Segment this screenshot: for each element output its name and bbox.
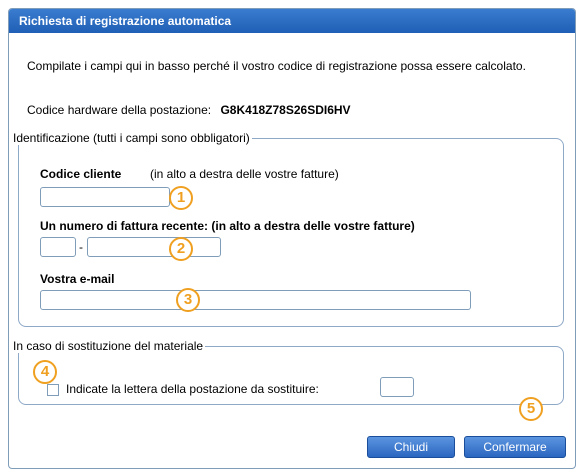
- badge-3: 3: [176, 288, 200, 312]
- identification-legend: Identificazione (tutti i campi sono obbl…: [13, 131, 250, 145]
- badge-1: 1: [169, 186, 193, 210]
- badge-2: 2: [169, 237, 193, 261]
- close-button[interactable]: Chiudi: [367, 436, 455, 458]
- replacement-letter-input[interactable]: [380, 377, 414, 397]
- dialog-title: Richiesta di registrazione automatica: [9, 9, 575, 33]
- hardware-code-row: Codice hardware della postazione: G8K418…: [27, 103, 351, 117]
- hardware-code-value: G8K418Z78S26SDI6HV: [220, 103, 351, 117]
- invoice-dash: -: [79, 240, 83, 254]
- replacement-legend: In caso di sostituzione del materiale: [13, 339, 204, 353]
- invoice-label: Un numero di fattura recente: (in alto a…: [40, 219, 415, 233]
- badge-4: 4: [33, 360, 57, 384]
- client-code-hint: (in alto a destra delle vostre fatture): [150, 167, 339, 181]
- confirm-button[interactable]: Confermare: [464, 436, 566, 458]
- email-input[interactable]: [40, 290, 471, 310]
- replacement-checkbox-label: Indicate la lettera della postazione da …: [66, 382, 319, 396]
- intro-text: Compilate i campi qui in basso perché il…: [27, 59, 526, 73]
- badge-5: 5: [519, 397, 543, 421]
- hardware-code-label: Codice hardware della postazione:: [27, 103, 212, 117]
- invoice-prefix-input[interactable]: [40, 237, 76, 257]
- email-label: Vostra e-mail: [40, 272, 115, 286]
- client-code-label: Codice cliente: [40, 167, 122, 181]
- replacement-checkbox[interactable]: [47, 384, 59, 396]
- invoice-number-input[interactable]: [87, 237, 221, 257]
- client-code-input[interactable]: [40, 187, 170, 207]
